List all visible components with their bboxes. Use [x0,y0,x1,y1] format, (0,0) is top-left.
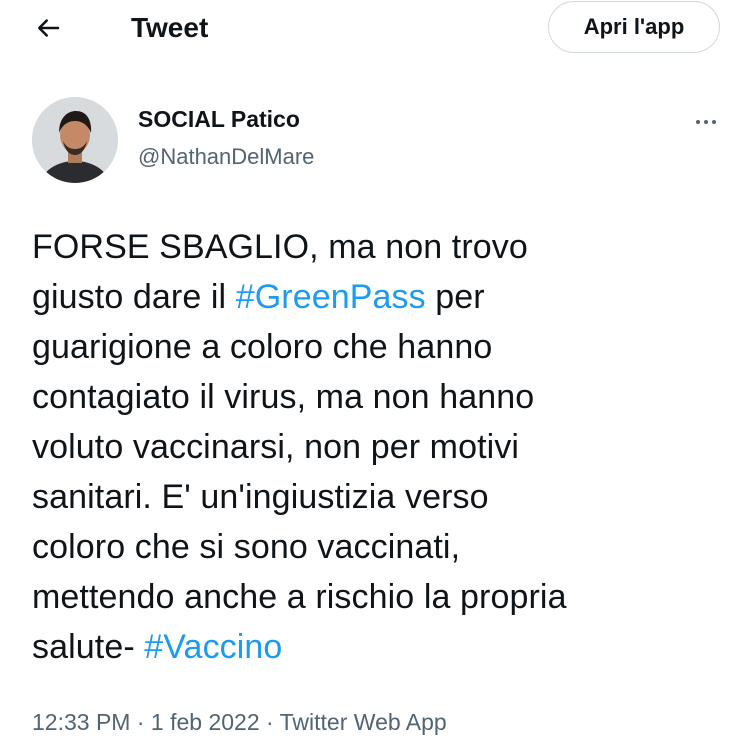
tweet-line: guarigione a coloro che hanno [32,322,712,372]
tweet-source[interactable]: Twitter Web App [280,709,447,735]
tweet-line: coloro che si sono vaccinati, [32,522,712,572]
tweet-line: giusto dare il #GreenPass per [32,272,712,322]
tweet-line: voluto vaccinarsi, non per motivi [32,422,712,472]
tweet-time[interactable]: 12:33 PM [32,709,130,735]
meta-separator: · [130,709,151,735]
tweet-text-segment: mettendo anche a rischio la propria [32,578,567,616]
back-button[interactable] [28,10,68,46]
open-app-button[interactable]: Apri l'app [548,1,720,53]
tweet-line: contagiato il virus, ma non hanno [32,372,712,422]
tweet-text-segment: voluto vaccinarsi, non per motivi [32,428,520,466]
page-title: Tweet [131,12,209,43]
tweet-text-segment: giusto dare il [32,278,236,316]
more-horizontal-icon [712,120,716,124]
arrow-left-icon [38,19,60,37]
meta-separator: · [259,709,280,735]
author-handle[interactable]: @NathanDelMare [138,142,314,172]
tweet-line: mettendo anche a rischio la propria [32,572,712,622]
tweet-line: sanitari. E' un'ingiustizia verso [32,472,712,522]
tweet-text-segment: coloro che si sono vaccinati, [32,528,461,566]
tweet-text-segment: per [425,278,485,316]
tweet-text-segment: sanitari. E' un'ingiustizia verso [32,478,489,516]
hashtag-link[interactable]: #GreenPass [236,278,426,316]
tweet-meta: 12:33 PM · 1 feb 2022 · Twitter Web App [32,706,447,738]
tweet-text-segment: FORSE SBAGLIO, ma non trovo [32,228,528,266]
tweet-text-segment: guarigione a coloro che hanno [32,328,493,366]
more-options-button[interactable] [686,108,726,136]
tweet-line: FORSE SBAGLIO, ma non trovo [32,222,712,272]
avatar-photo [32,97,118,183]
author-display-name[interactable]: SOCIAL Patico [138,104,300,134]
tweet-line: salute- #Vaccino [32,622,712,672]
more-horizontal-icon [704,120,708,124]
tweet-text: FORSE SBAGLIO, ma non trovo giusto dare i… [32,222,712,672]
hashtag-link[interactable]: #Vaccino [144,628,282,666]
top-bar: Tweet Apri l'app [0,0,750,56]
avatar[interactable] [32,97,118,183]
tweet-text-segment: salute- [32,628,145,666]
tweet-date[interactable]: 1 feb 2022 [151,709,260,735]
more-horizontal-icon [696,120,700,124]
tweet-text-segment: contagiato il virus, ma non hanno [32,378,535,416]
